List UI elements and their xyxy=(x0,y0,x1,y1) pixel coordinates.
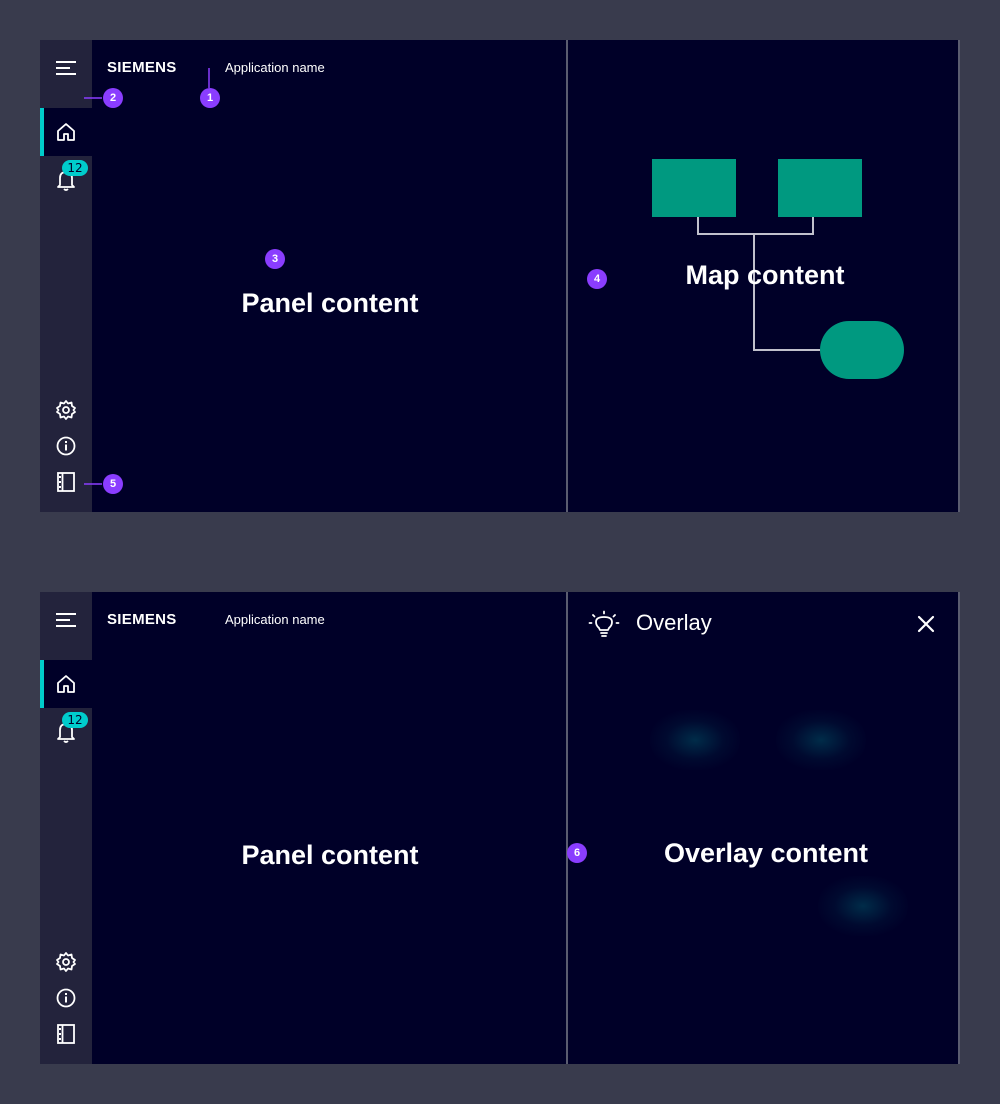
close-icon[interactable] xyxy=(914,612,938,636)
frame-right-edge xyxy=(958,592,960,1064)
gear-icon xyxy=(56,952,76,972)
blurred-map-shape xyxy=(650,710,740,770)
brand-logo: SIEMENS xyxy=(107,611,177,628)
annotation-marker-4: 4 xyxy=(587,269,607,289)
panel-content-label: Panel content xyxy=(241,840,419,870)
overlay-title: Overlay xyxy=(636,610,712,635)
lightbulb-icon xyxy=(588,610,620,637)
marker-leader-lines xyxy=(84,68,210,485)
application-name: Application name xyxy=(225,612,325,627)
notification-badge: 12 xyxy=(62,712,88,728)
annotation-marker-3: 3 xyxy=(265,249,285,269)
layout-example-overlay: 12 SIEMENS Application name Panel conten… xyxy=(40,592,960,1064)
layout-example-map: 12 SIEMENS Application name Panel conten… xyxy=(40,40,960,512)
annotation-marker-5: 5 xyxy=(103,474,123,494)
nav-item-panel-toggle[interactable] xyxy=(40,1010,92,1058)
hamburger-menu-icon xyxy=(56,613,76,627)
blurred-map-shape xyxy=(776,710,866,770)
home-icon xyxy=(57,675,75,693)
panel-toggle-icon xyxy=(57,1024,75,1044)
nav-item-home[interactable] xyxy=(40,660,92,708)
menu-button[interactable] xyxy=(40,596,92,644)
annotation-marker-6: 6 xyxy=(567,843,587,863)
info-icon xyxy=(56,988,76,1008)
blurred-map-shape xyxy=(818,876,908,936)
overlay-content-label: Overlay content xyxy=(663,838,869,868)
annotation-marker-2: 2 xyxy=(103,88,123,108)
annotation-marker-1: 1 xyxy=(200,88,220,108)
panel-divider xyxy=(566,592,568,1064)
sidebar: 12 xyxy=(40,592,92,1064)
nav-item-notifications[interactable]: 12 xyxy=(40,708,92,756)
